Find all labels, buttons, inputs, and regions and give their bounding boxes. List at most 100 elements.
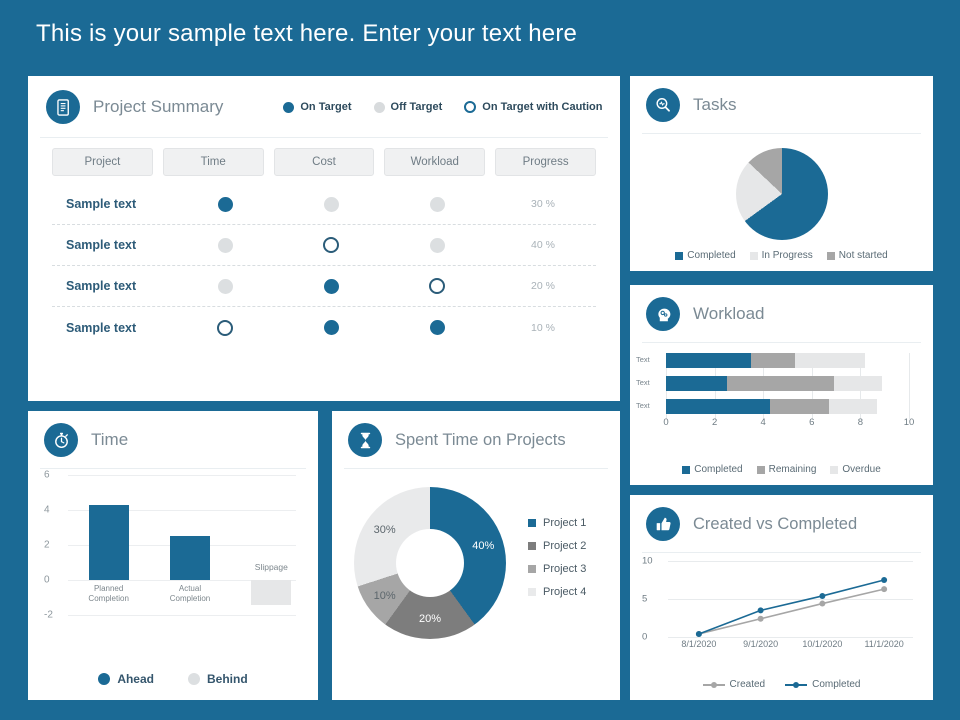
gridline bbox=[68, 475, 296, 476]
table-row: Sample text 10 % bbox=[52, 307, 596, 348]
created-plot: 0 5 10 bbox=[642, 556, 913, 643]
project-summary-header: Project Summary On Target Off Target On … bbox=[28, 76, 620, 138]
off-target-dot-icon bbox=[373, 101, 385, 113]
legend-item: Behind bbox=[188, 672, 248, 686]
donut-hole bbox=[396, 529, 464, 597]
legend-item: Ahead bbox=[98, 672, 154, 686]
status-cell-workload bbox=[384, 196, 490, 212]
donut-slice-label: 10% bbox=[373, 589, 396, 602]
row-project-name: Sample text bbox=[66, 279, 137, 293]
legend-item: Completed bbox=[785, 679, 860, 690]
x-tick-label: 8 bbox=[857, 417, 864, 428]
x-tick-label: 9/1/2020 bbox=[743, 639, 779, 649]
column-header-project[interactable]: Project bbox=[52, 148, 153, 176]
bar-1 bbox=[170, 536, 210, 580]
legend-line-marker bbox=[702, 683, 725, 686]
legend-label: Remaining bbox=[768, 464, 817, 475]
x-tick-label: 8/1/2020 bbox=[681, 639, 717, 649]
status-cell-time bbox=[172, 237, 278, 253]
row-project-name: Sample text bbox=[66, 197, 137, 211]
legend-dot-icon bbox=[98, 673, 111, 685]
status-dot-gray-icon bbox=[323, 196, 339, 212]
column-header-time[interactable]: Time bbox=[162, 148, 264, 176]
spent-time-title: Spent Time on Projects bbox=[395, 430, 566, 449]
caution-ring-icon bbox=[464, 101, 477, 113]
legend-label: Project 3 bbox=[543, 563, 587, 575]
hourglass-icon bbox=[348, 423, 382, 457]
legend-swatch bbox=[528, 542, 536, 550]
x-tick-label: 10/1/2020 bbox=[802, 639, 843, 649]
workload-bar-row: Text bbox=[636, 353, 909, 368]
row-progress-value: 20 % bbox=[531, 280, 555, 292]
tasks-legend: Completed In Progress Not started bbox=[630, 250, 933, 271]
workload-row-label: Text bbox=[636, 355, 650, 364]
y-tick-label: -2 bbox=[44, 609, 53, 621]
workload-title: Workload bbox=[693, 304, 765, 323]
legend-item: Completed bbox=[675, 250, 736, 261]
bar-segment-completed bbox=[666, 376, 727, 391]
bar-segment-overdue bbox=[833, 376, 883, 391]
workload-row-label: Text bbox=[636, 378, 650, 387]
legend-label: Overdue bbox=[842, 464, 881, 475]
column-header-progress[interactable]: Progress bbox=[495, 148, 596, 176]
status-cell-time bbox=[172, 278, 278, 294]
status-dot-filled-icon bbox=[217, 196, 233, 212]
panel-project-summary: Project Summary On Target Off Target On … bbox=[28, 76, 620, 401]
project-summary-title: Project Summary bbox=[93, 97, 224, 116]
legend-label: Not started bbox=[838, 250, 888, 261]
status-cell-workload bbox=[384, 278, 490, 294]
legend-swatch bbox=[682, 465, 691, 474]
tasks-pie-chart bbox=[630, 134, 933, 250]
spent-time-header: Spent Time on Projects bbox=[332, 411, 620, 469]
legend-label: Completed bbox=[812, 679, 861, 690]
table-row: Sample text 30 % bbox=[52, 184, 596, 225]
workload-bar-row: Text bbox=[636, 376, 909, 391]
legend-item: Project 4 bbox=[528, 586, 586, 598]
panel-tasks: Tasks Completed In Progress Not started bbox=[630, 76, 933, 271]
y-tick-label: 4 bbox=[44, 504, 50, 516]
legend-swatch bbox=[756, 465, 765, 474]
legend-swatch bbox=[749, 251, 758, 260]
head-gears-icon bbox=[646, 297, 680, 331]
bar-segment-remaining bbox=[770, 399, 829, 414]
time-bar-chart: -2 0 2 4 6 Planned Completion Actual Completion S… bbox=[28, 469, 318, 672]
legend-swatch bbox=[528, 588, 536, 596]
bar-segment-completed bbox=[666, 353, 752, 368]
row-progress-value: 40 % bbox=[531, 239, 555, 251]
status-dot-ring-icon bbox=[429, 278, 445, 294]
legend-item: Not started bbox=[826, 250, 888, 261]
column-header-cost[interactable]: Cost bbox=[273, 148, 375, 176]
panel-workload: Workload Text Text Text 0 2 4 6 8 10 Completed R… bbox=[630, 285, 933, 485]
status-dot-gray-icon bbox=[217, 278, 233, 294]
legend-label: On Target bbox=[300, 101, 352, 113]
x-tick-label: 2 bbox=[711, 417, 718, 428]
thumbs-up-icon bbox=[646, 507, 680, 541]
summary-rows: Sample text 30 % Sample text 40 % Sample tex… bbox=[28, 176, 620, 348]
row-project-name: Sample text bbox=[66, 320, 137, 335]
created-header: Created vs Completed bbox=[630, 495, 933, 553]
bar-category-label: Slippage bbox=[254, 562, 288, 572]
x-tick-label: 11/1/2020 bbox=[864, 639, 904, 649]
status-dot-gray-icon bbox=[429, 196, 445, 212]
legend-item: Project 1 bbox=[528, 517, 586, 529]
workload-x-axis: 0 2 4 6 8 10 bbox=[663, 415, 914, 431]
workload-row-label: Text bbox=[636, 401, 650, 410]
bar-segment-remaining bbox=[751, 353, 795, 368]
status-dot-ring-icon bbox=[323, 237, 339, 253]
legend-item: Created bbox=[702, 679, 765, 690]
y-tick-label: 10 bbox=[642, 555, 653, 567]
panel-created-vs-completed: Created vs Completed 0 5 10 8/1/2020 9/1/20… bbox=[630, 495, 933, 700]
legend-label: Completed bbox=[694, 464, 743, 475]
tasks-header: Tasks bbox=[630, 76, 933, 134]
legend-item: Project 3 bbox=[528, 563, 586, 575]
status-dot-filled-icon bbox=[323, 278, 339, 294]
created-title: Created vs Completed bbox=[693, 514, 858, 533]
column-header-workload[interactable]: Workload bbox=[384, 148, 486, 176]
legend-swatch bbox=[675, 251, 684, 260]
legend-item: Overdue bbox=[830, 464, 881, 475]
row-project-name: Sample text bbox=[66, 238, 137, 252]
bar-segment-overdue bbox=[828, 399, 878, 414]
legend-on-target-caution: On Target with Caution bbox=[464, 101, 602, 113]
created-line-svg bbox=[695, 577, 888, 637]
status-cell-cost bbox=[278, 237, 384, 253]
